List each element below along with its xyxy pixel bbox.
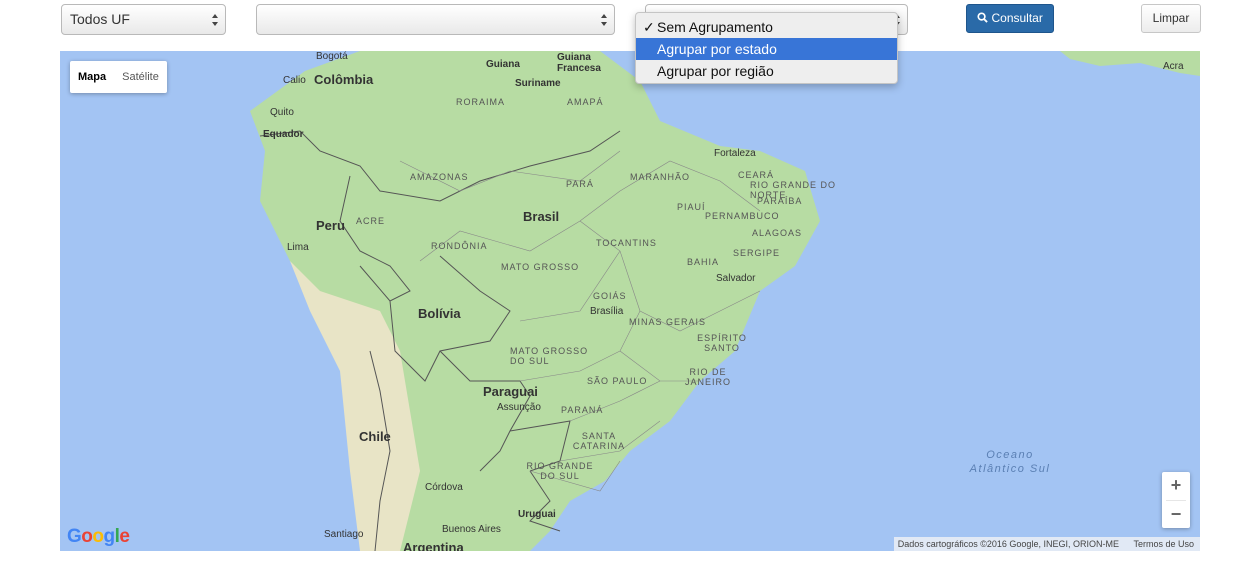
grouping-dropdown: ✓ Sem Agrupamento Agrupar por estado Agr… <box>635 12 898 84</box>
dropdown-option-label: Sem Agrupamento <box>657 19 773 35</box>
zoom-in-button[interactable]: + <box>1162 472 1190 500</box>
dropdown-option-agrupar-estado[interactable]: Agrupar por estado <box>636 38 897 60</box>
google-logo[interactable]: Google <box>67 526 130 548</box>
dropdown-option-sem-agrupamento[interactable]: ✓ Sem Agrupamento <box>636 16 897 38</box>
uf-select[interactable]: Todos UF <box>61 4 226 35</box>
map-graphic <box>250 51 1200 551</box>
ocean-label: Oceano Atlântico Sul <box>969 449 1051 475</box>
check-icon: ✓ <box>643 19 655 35</box>
consult-button-label: Consultar <box>991 11 1043 25</box>
zoom-out-button[interactable]: − <box>1162 501 1190 529</box>
terms-link[interactable]: Termos de Uso <box>1133 539 1194 549</box>
africa-landmass <box>1060 51 1200 76</box>
dropdown-option-label: Agrupar por região <box>657 63 774 79</box>
select-arrows-icon <box>601 14 607 26</box>
dropdown-option-agrupar-regiao[interactable]: Agrupar por região <box>636 60 897 82</box>
search-icon <box>977 12 988 23</box>
map-type-tab-satellite[interactable]: Satélite <box>114 61 167 93</box>
map-attribution: Dados cartográficos ©2016 Google, INEGI,… <box>893 537 1200 551</box>
map-type-tab-map[interactable]: Mapa <box>70 61 114 93</box>
dropdown-option-label: Agrupar por estado <box>657 41 777 57</box>
map-canvas[interactable]: Colômbia Brasil Peru Bolívia Paraguai Ch… <box>60 51 1200 551</box>
zoom-control: + − <box>1162 472 1190 528</box>
attribution-text: Dados cartográficos ©2016 Google, INEGI,… <box>897 539 1119 549</box>
clear-button-label: Limpar <box>1152 11 1190 25</box>
municipio-select[interactable] <box>256 4 615 35</box>
map-type-control: Mapa Satélite <box>70 61 167 93</box>
clear-button[interactable]: Limpar <box>1141 4 1201 33</box>
uf-select-value: Todos UF <box>70 11 130 27</box>
select-arrows-icon <box>212 14 218 26</box>
consult-button[interactable]: Consultar <box>966 4 1054 33</box>
